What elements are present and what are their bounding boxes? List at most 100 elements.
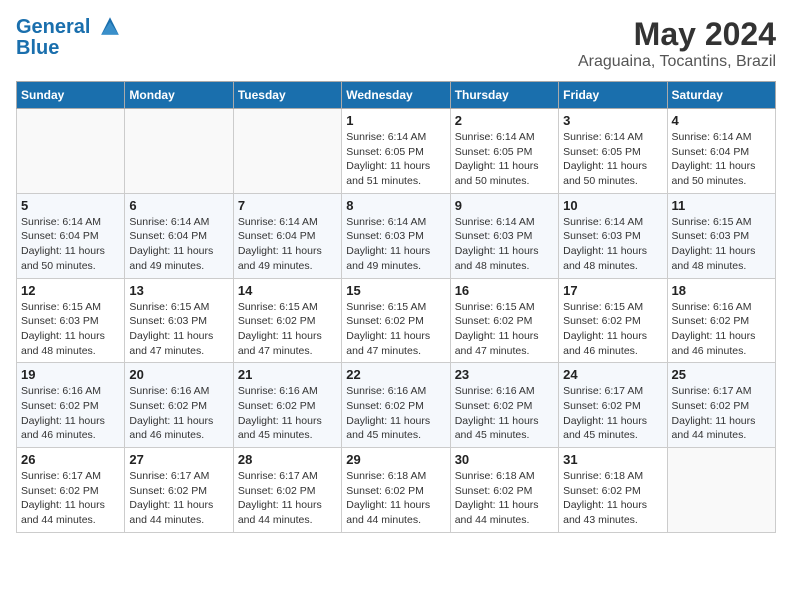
day-number: 4 [672,113,771,128]
calendar-cell: 16 Sunrise: 6:15 AM Sunset: 6:02 PM Dayli… [450,278,558,363]
logo-blue: Blue [16,37,122,60]
day-info: Sunrise: 6:15 AM Sunset: 6:03 PM Dayligh… [129,300,228,359]
day-info: Sunrise: 6:17 AM Sunset: 6:02 PM Dayligh… [21,469,120,528]
calendar-cell: 28Sunrise: 6:17 AM Sunset: 6:02 PM Dayli… [233,448,341,533]
calendar-cell [17,109,125,194]
subtitle: Araguaina, Tocantins, Brazil [578,53,776,71]
calendar-cell: 23Sunrise: 6:16 AM Sunset: 6:02 PM Dayli… [450,363,558,448]
day-info: Sunrise: 6:18 AM Sunset: 6:02 PM Dayligh… [563,469,662,528]
weekday-sunday: Sunday [17,82,125,109]
calendar-cell: 14Sunrise: 6:15 AM Sunset: 6:02 PM Dayli… [233,278,341,363]
day-info: Sunrise: 6:16 AM Sunset: 6:02 PM Dayligh… [129,384,228,443]
day-number: 24 [563,367,662,382]
day-number: 28 [238,452,337,467]
day-info: Sunrise: 6:16 AM Sunset: 6:02 PM Dayligh… [672,300,771,359]
title-block: May 2024 Araguaina, Tocantins, Brazil [578,16,776,71]
week-row-5: 26 Sunrise: 6:17 AM Sunset: 6:02 PM Dayli… [17,448,776,533]
calendar-cell [125,109,233,194]
day-info: Sunrise: 6:17 AM Sunset: 6:02 PM Dayligh… [672,384,771,443]
calendar-cell: 3 Sunrise: 6:14 AM Sunset: 6:05 PM Daylig… [559,109,667,194]
weekday-tuesday: Tuesday [233,82,341,109]
calendar-cell: 2 Sunrise: 6:14 AM Sunset: 6:05 PM Daylig… [450,109,558,194]
calendar-cell: 1 Sunrise: 6:14 AM Sunset: 6:05 PM Daylig… [342,109,450,194]
day-number: 16 [455,283,554,298]
day-info: Sunrise: 6:14 AM Sunset: 6:03 PM Dayligh… [346,215,445,274]
week-row-2: 5 Sunrise: 6:14 AM Sunset: 6:04 PM Daylig… [17,193,776,278]
day-number: 3 [563,113,662,128]
day-info: Sunrise: 6:14 AM Sunset: 6:03 PM Dayligh… [455,215,554,274]
main-title: May 2024 [578,16,776,53]
day-info: Sunrise: 6:17 AM Sunset: 6:02 PM Dayligh… [563,384,662,443]
calendar-cell: 20 Sunrise: 6:16 AM Sunset: 6:02 PM Dayli… [125,363,233,448]
day-number: 5 [21,198,120,213]
calendar-cell: 26 Sunrise: 6:17 AM Sunset: 6:02 PM Dayli… [17,448,125,533]
calendar-cell: 19Sunrise: 6:16 AM Sunset: 6:02 PM Dayli… [17,363,125,448]
day-number: 26 [21,452,120,467]
day-info: Sunrise: 6:16 AM Sunset: 6:02 PM Dayligh… [238,384,337,443]
day-info: Sunrise: 6:16 AM Sunset: 6:02 PM Dayligh… [346,384,445,443]
day-number: 27 [129,452,228,467]
calendar-cell: 8 Sunrise: 6:14 AM Sunset: 6:03 PM Daylig… [342,193,450,278]
day-number: 6 [129,198,228,213]
calendar-cell: 17Sunrise: 6:15 AM Sunset: 6:02 PM Dayli… [559,278,667,363]
day-number: 29 [346,452,445,467]
day-info: Sunrise: 6:18 AM Sunset: 6:02 PM Dayligh… [455,469,554,528]
weekday-saturday: Saturday [667,82,775,109]
day-number: 11 [672,198,771,213]
calendar-cell [233,109,341,194]
calendar-cell: 21 Sunrise: 6:16 AM Sunset: 6:02 PM Dayli… [233,363,341,448]
weekday-thursday: Thursday [450,82,558,109]
weekday-friday: Friday [559,82,667,109]
day-info: Sunrise: 6:15 AM Sunset: 6:03 PM Dayligh… [21,300,120,359]
day-info: Sunrise: 6:17 AM Sunset: 6:02 PM Dayligh… [129,469,228,528]
calendar-cell: 12 Sunrise: 6:15 AM Sunset: 6:03 PM Dayli… [17,278,125,363]
day-info: Sunrise: 6:15 AM Sunset: 6:02 PM Dayligh… [455,300,554,359]
day-info: Sunrise: 6:16 AM Sunset: 6:02 PM Dayligh… [455,384,554,443]
day-number: 25 [672,367,771,382]
day-number: 2 [455,113,554,128]
day-info: Sunrise: 6:14 AM Sunset: 6:05 PM Dayligh… [346,130,445,189]
week-row-3: 12 Sunrise: 6:15 AM Sunset: 6:03 PM Dayli… [17,278,776,363]
day-info: Sunrise: 6:15 AM Sunset: 6:03 PM Dayligh… [672,215,771,274]
calendar-cell: 9 Sunrise: 6:14 AM Sunset: 6:03 PM Daylig… [450,193,558,278]
calendar-cell: 30 Sunrise: 6:18 AM Sunset: 6:02 PM Dayli… [450,448,558,533]
day-info: Sunrise: 6:18 AM Sunset: 6:02 PM Dayligh… [346,469,445,528]
day-info: Sunrise: 6:14 AM Sunset: 6:04 PM Dayligh… [21,215,120,274]
calendar-cell [667,448,775,533]
day-info: Sunrise: 6:14 AM Sunset: 6:05 PM Dayligh… [455,130,554,189]
logo: General Blue [16,16,122,60]
calendar-cell: 10Sunrise: 6:14 AM Sunset: 6:03 PM Dayli… [559,193,667,278]
day-number: 9 [455,198,554,213]
logo-icon [98,14,122,38]
day-number: 7 [238,198,337,213]
day-info: Sunrise: 6:15 AM Sunset: 6:02 PM Dayligh… [346,300,445,359]
day-number: 31 [563,452,662,467]
calendar-cell: 13 Sunrise: 6:15 AM Sunset: 6:03 PM Dayli… [125,278,233,363]
day-number: 14 [238,283,337,298]
day-number: 30 [455,452,554,467]
calendar-cell: 15 Sunrise: 6:15 AM Sunset: 6:02 PM Dayli… [342,278,450,363]
day-number: 8 [346,198,445,213]
week-row-4: 19Sunrise: 6:16 AM Sunset: 6:02 PM Dayli… [17,363,776,448]
calendar-cell: 29 Sunrise: 6:18 AM Sunset: 6:02 PM Dayli… [342,448,450,533]
logo-text: General [16,16,122,39]
day-info: Sunrise: 6:14 AM Sunset: 6:05 PM Dayligh… [563,130,662,189]
calendar-cell: 27 Sunrise: 6:17 AM Sunset: 6:02 PM Dayli… [125,448,233,533]
logo-general: General [16,16,90,38]
weekday-wednesday: Wednesday [342,82,450,109]
calendar-cell: 24 Sunrise: 6:17 AM Sunset: 6:02 PM Dayli… [559,363,667,448]
calendar-cell: 25 Sunrise: 6:17 AM Sunset: 6:02 PM Dayli… [667,363,775,448]
day-number: 10 [563,198,662,213]
day-number: 21 [238,367,337,382]
day-number: 12 [21,283,120,298]
day-number: 15 [346,283,445,298]
day-number: 20 [129,367,228,382]
day-number: 1 [346,113,445,128]
day-number: 13 [129,283,228,298]
calendar-cell: 31 Sunrise: 6:18 AM Sunset: 6:02 PM Dayli… [559,448,667,533]
page-header: General Blue May 2024 Araguaina, Tocanti… [16,16,776,71]
calendar-cell: 11 Sunrise: 6:15 AM Sunset: 6:03 PM Dayli… [667,193,775,278]
calendar-cell: 4Sunrise: 6:14 AM Sunset: 6:04 PM Daylig… [667,109,775,194]
calendar-cell: 6Sunrise: 6:14 AM Sunset: 6:04 PM Daylig… [125,193,233,278]
calendar-body: 1 Sunrise: 6:14 AM Sunset: 6:05 PM Daylig… [17,109,776,533]
